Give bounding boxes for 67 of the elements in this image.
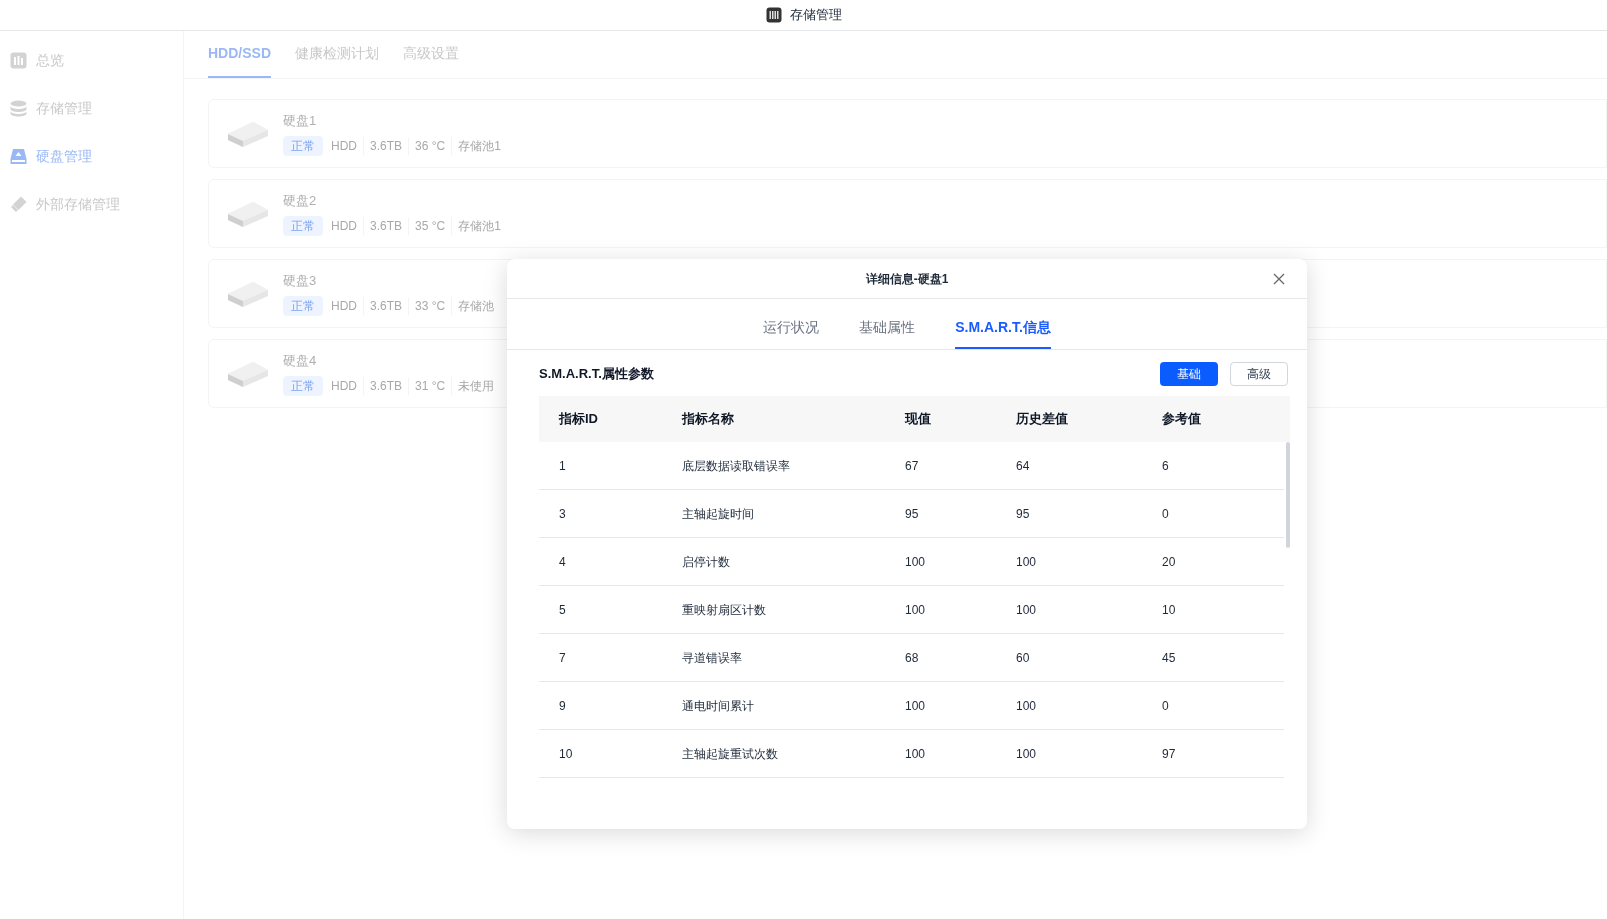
section-title: S.M.A.R.T.属性参数 bbox=[539, 365, 654, 384]
disk-temperature: 31 °C bbox=[409, 377, 453, 396]
column-header: 历史差值 bbox=[1015, 410, 1069, 429]
table-cell-text: 主轴起旋时间 bbox=[681, 505, 755, 523]
disk-pool: 未使用 bbox=[457, 378, 496, 396]
table-cell-text: 重映射扇区计数 bbox=[681, 601, 767, 619]
table-cell-text: 5 bbox=[558, 601, 567, 619]
status-tag: 正常 bbox=[283, 376, 323, 397]
table-cell-text: 100 bbox=[1015, 697, 1038, 715]
disk-pool: 存储池1 bbox=[457, 138, 502, 156]
disk-type: HDD bbox=[325, 297, 364, 316]
column-header: 现值 bbox=[903, 410, 932, 429]
table-cell-text: 启停计数 bbox=[681, 553, 731, 571]
disk-name: 硬盘2 bbox=[283, 191, 318, 210]
column-header: 指标ID bbox=[557, 410, 599, 429]
table-cell-text: 1 bbox=[558, 457, 567, 475]
disk-capacity: 3.6TB bbox=[364, 377, 409, 396]
disk-type: HDD bbox=[325, 377, 364, 396]
table-cell-text: 100 bbox=[904, 697, 927, 715]
disk-capacity: 3.6TB bbox=[364, 297, 409, 316]
table-cell-text: 95 bbox=[1015, 505, 1031, 523]
table-cell-text: 100 bbox=[904, 553, 927, 571]
dialog-title: 详细信息-硬盘1 bbox=[865, 270, 949, 288]
status-tag: 正常 bbox=[283, 136, 323, 157]
table-cell-text: 7 bbox=[558, 649, 567, 667]
table-cell-text: 60 bbox=[1015, 649, 1031, 667]
table-cell-text: 4 bbox=[558, 553, 567, 571]
table-cell-text: 9 bbox=[558, 697, 567, 715]
table-cell-text: 寻道错误率 bbox=[681, 649, 743, 667]
table-cell-text: 6 bbox=[1161, 457, 1170, 475]
table-cell-text: 0 bbox=[1161, 697, 1170, 715]
disk-temperature: 33 °C bbox=[409, 297, 453, 316]
table-cell-text: 10 bbox=[1161, 601, 1177, 619]
table-cell-text: 97 bbox=[1161, 745, 1177, 763]
table-cell-text: 68 bbox=[904, 649, 920, 667]
table-cell-text: 64 bbox=[1015, 457, 1031, 475]
column-header: 指标名称 bbox=[680, 410, 735, 429]
table-cell-text: 45 bbox=[1161, 649, 1177, 667]
status-tag: 正常 bbox=[283, 296, 323, 317]
disk-temperature: 36 °C bbox=[409, 137, 453, 156]
table-cell-text: 100 bbox=[904, 601, 927, 619]
table-cell-text: 100 bbox=[1015, 745, 1038, 763]
disk-name: 硬盘1 bbox=[283, 111, 318, 130]
table-cell-text: 0 bbox=[1161, 505, 1170, 523]
disk-name: 硬盘4 bbox=[283, 351, 318, 370]
disk-name: 硬盘3 bbox=[283, 271, 318, 290]
disk-pool: 存储池1 bbox=[457, 218, 502, 236]
table-cell-text: 100 bbox=[904, 745, 927, 763]
table-cell-text: 20 bbox=[1161, 553, 1177, 571]
window-title: 存储管理 bbox=[789, 6, 842, 25]
table-cell-text: 100 bbox=[1015, 553, 1038, 571]
table-cell-text: 通电时间累计 bbox=[681, 697, 755, 715]
disk-type: HDD bbox=[325, 137, 364, 156]
disk-temperature: 35 °C bbox=[409, 217, 453, 236]
disk-type: HDD bbox=[325, 217, 364, 236]
disk-pool: 存储池 bbox=[457, 298, 496, 316]
table-cell-text: 95 bbox=[904, 505, 920, 523]
table-cell-text: 主轴起旋重试次数 bbox=[681, 745, 779, 763]
table-cell-text: 底层数据读取错误率 bbox=[681, 457, 791, 475]
table-cell-text: 3 bbox=[558, 505, 567, 523]
disk-capacity: 3.6TB bbox=[364, 137, 409, 156]
disk-capacity: 3.6TB bbox=[364, 217, 409, 236]
column-header: 参考值 bbox=[1161, 410, 1202, 429]
table-cell-text: 10 bbox=[558, 745, 574, 763]
table-cell-text: 100 bbox=[1015, 601, 1038, 619]
status-tag: 正常 bbox=[283, 216, 323, 237]
table-cell-text: 67 bbox=[904, 457, 920, 475]
